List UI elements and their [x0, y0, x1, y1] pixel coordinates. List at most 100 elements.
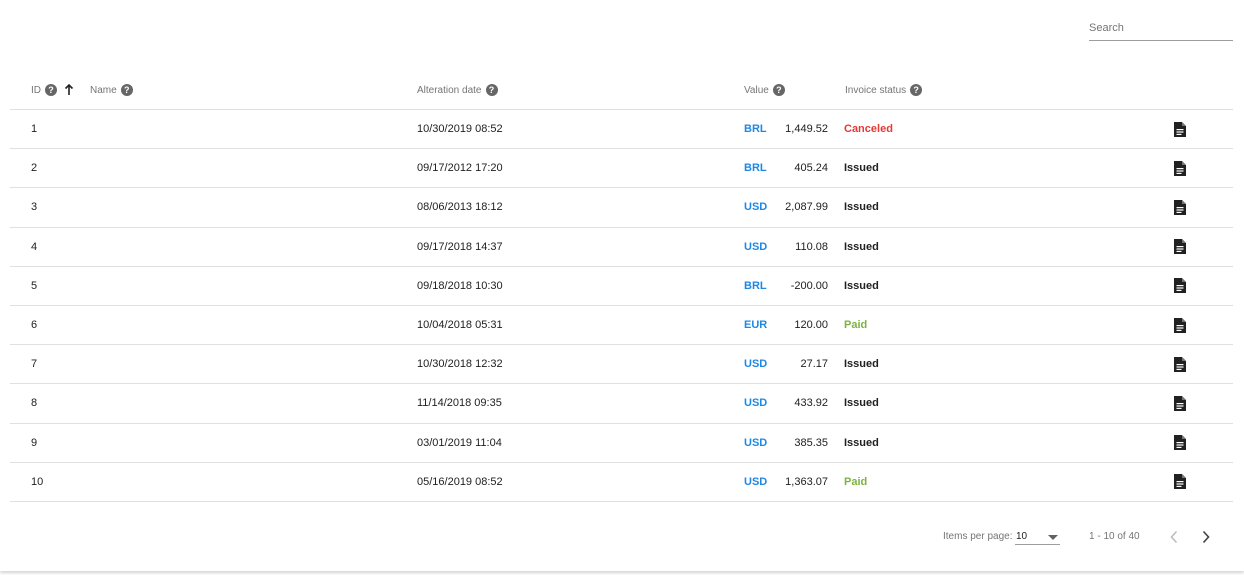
table-row[interactable]: 6 10/04/2018 05:31 EUR 120.00 Paid	[10, 306, 1233, 346]
help-icon[interactable]: ?	[910, 84, 923, 96]
table-row[interactable]: 3 08/06/2013 18:12 USD 2,087.99 Issued	[10, 188, 1233, 228]
document-icon[interactable]	[1173, 110, 1187, 148]
row-value: 385.35	[794, 436, 828, 449]
row-invoice-status: Canceled	[844, 123, 893, 136]
row-id: 7	[31, 358, 38, 371]
row-alteration-date: 09/18/2018 10:30	[417, 279, 503, 292]
row-invoice-status: Issued	[844, 358, 879, 371]
row-alteration-date: 11/14/2018 09:35	[417, 397, 502, 410]
table-row[interactable]: 10 05/16/2019 08:52 USD 1,363.07 Paid	[10, 463, 1233, 502]
row-value: 120.00	[794, 319, 828, 332]
row-alteration-date: 10/04/2018 05:31	[417, 319, 503, 332]
column-header-value-label: Value	[744, 84, 769, 96]
row-alteration-date: 10/30/2018 12:32	[417, 358, 503, 371]
row-invoice-status: Issued	[844, 279, 879, 292]
document-icon[interactable]	[1173, 188, 1187, 226]
row-value: 1,363.07	[785, 475, 828, 488]
help-icon[interactable]: ?	[772, 84, 785, 96]
paginator: Items per page: 10 1 - 10 of 40	[0, 520, 1244, 554]
next-page-button[interactable]	[1196, 527, 1216, 547]
search-input[interactable]	[1089, 18, 1233, 41]
row-id: 9	[31, 436, 38, 449]
column-header-value[interactable]: Value ?	[744, 70, 785, 110]
chevron-left-icon	[1170, 530, 1178, 544]
row-id: 6	[31, 319, 38, 332]
row-currency: USD	[744, 358, 768, 371]
row-id: 1	[31, 123, 38, 136]
chevron-down-icon	[1048, 535, 1058, 540]
table-row[interactable]: 7 10/30/2018 12:32 USD 27.17 Issued	[10, 345, 1233, 385]
row-alteration-date: 03/01/2019 11:04	[417, 436, 502, 449]
row-currency: USD	[744, 397, 768, 410]
row-alteration-date: 10/30/2019 08:52	[417, 123, 503, 136]
row-invoice-status: Issued	[844, 201, 879, 214]
document-icon[interactable]	[1173, 345, 1187, 383]
help-icon[interactable]: ?	[120, 84, 133, 96]
row-currency: USD	[744, 475, 768, 488]
document-icon[interactable]	[1173, 306, 1187, 344]
document-icon[interactable]	[1173, 384, 1187, 422]
invoice-table-card: ID ? Name ? Alteration date ? Value ? In…	[0, 0, 1244, 571]
row-value: -200.00	[790, 279, 828, 292]
items-per-page-value: 10	[1016, 531, 1028, 542]
row-alteration-date: 05/16/2019 08:52	[417, 475, 503, 488]
column-header-invoice-status[interactable]: Invoice status ?	[845, 70, 923, 110]
table-row[interactable]: 8 11/14/2018 09:35 USD 433.92 Issued	[10, 384, 1233, 424]
row-invoice-status: Issued	[844, 397, 879, 410]
row-value: 2,087.99	[785, 201, 828, 214]
table-row[interactable]: 4 09/17/2018 14:37 USD 110.08 Issued	[10, 228, 1233, 267]
column-header-alteration-date[interactable]: Alteration date ?	[417, 70, 498, 110]
items-per-page-select[interactable]: 10	[1015, 529, 1060, 545]
row-value: 27.17	[800, 358, 828, 371]
column-header-name[interactable]: Name ?	[90, 70, 133, 110]
column-header-id-label: ID	[31, 84, 41, 96]
row-invoice-status: Paid	[844, 475, 868, 488]
row-currency: BRL	[744, 279, 767, 292]
column-header-date-label: Alteration date	[417, 84, 482, 96]
row-currency: USD	[744, 436, 768, 449]
row-id: 2	[31, 162, 38, 175]
row-currency: EUR	[744, 319, 768, 332]
document-icon[interactable]	[1173, 228, 1187, 266]
page-range-label: 1 - 10 of 40	[1089, 531, 1140, 542]
row-id: 10	[31, 475, 44, 488]
row-id: 4	[31, 240, 38, 253]
row-invoice-status: Issued	[844, 162, 879, 175]
table-row[interactable]: 2 09/17/2012 17:20 BRL 405.24 Issued	[10, 149, 1233, 189]
row-alteration-date: 08/06/2013 18:12	[417, 201, 503, 214]
chevron-right-icon	[1202, 530, 1210, 544]
row-value: 405.24	[794, 162, 828, 175]
help-icon[interactable]: ?	[45, 84, 57, 96]
row-id: 8	[31, 397, 38, 410]
table-row[interactable]: 9 03/01/2019 11:04 USD 385.35 Issued	[10, 424, 1233, 463]
row-id: 3	[31, 201, 38, 214]
table-row[interactable]: 1 10/30/2019 08:52 BRL 1,449.52 Canceled	[10, 110, 1233, 150]
row-invoice-status: Issued	[844, 240, 879, 253]
document-icon[interactable]	[1173, 424, 1187, 462]
row-value: 433.92	[794, 397, 828, 410]
row-value: 1,449.52	[785, 123, 828, 136]
row-currency: USD	[744, 201, 768, 214]
row-invoice-status: Issued	[844, 436, 879, 449]
row-value: 110.08	[795, 240, 828, 253]
table-row[interactable]: 5 09/18/2018 10:30 BRL -200.00 Issued	[10, 267, 1233, 306]
row-currency: BRL	[744, 162, 767, 175]
search-field[interactable]	[1089, 18, 1233, 41]
column-header-id[interactable]: ID ?	[31, 70, 74, 110]
table-header-row: ID ? Name ? Alteration date ? Value ? In…	[10, 70, 1233, 110]
column-header-status-label: Invoice status	[845, 84, 907, 96]
row-alteration-date: 09/17/2018 14:37	[417, 240, 503, 253]
document-icon[interactable]	[1173, 149, 1187, 187]
row-currency: USD	[744, 240, 768, 253]
document-icon[interactable]	[1173, 267, 1187, 305]
table-body: 1 10/30/2019 08:52 BRL 1,449.52 Canceled 2 09/…	[10, 110, 1233, 502]
previous-page-button[interactable]	[1164, 527, 1184, 547]
row-currency: BRL	[744, 123, 767, 136]
row-invoice-status: Paid	[844, 319, 868, 332]
arrow-up-icon[interactable]	[64, 84, 74, 96]
help-icon[interactable]: ?	[485, 84, 498, 96]
row-alteration-date: 09/17/2012 17:20	[417, 162, 503, 175]
row-id: 5	[31, 279, 38, 292]
document-icon[interactable]	[1173, 463, 1187, 501]
items-per-page-label: Items per page:	[943, 531, 1013, 542]
